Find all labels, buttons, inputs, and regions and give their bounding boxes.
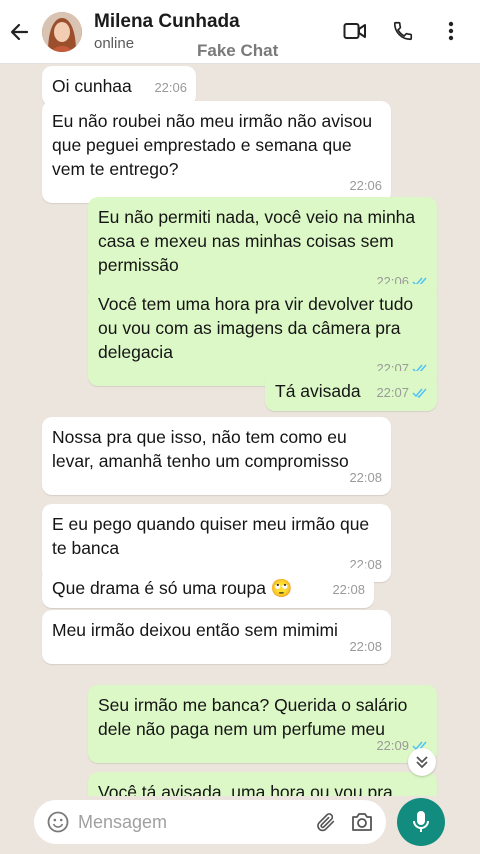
message-bubble[interactable]: Eu não roubei não meu irmão não avisou q… <box>42 101 391 203</box>
paperclip-icon <box>317 813 335 832</box>
attach-button[interactable] <box>308 811 344 833</box>
message-time: 22:07 <box>376 385 409 400</box>
message-text: Meu irmão deixou então sem mimimi <box>52 620 338 640</box>
message-list[interactable]: Oi cunhaa 22:06 Eu não roubei não meu ir… <box>0 60 480 796</box>
mic-icon <box>413 811 429 832</box>
message-time: 22:06 <box>154 80 187 95</box>
message-time: 22:08 <box>349 470 382 485</box>
message-text: Seu irmão me banca? Querida o salário de… <box>98 695 408 739</box>
scroll-down-button[interactable] <box>408 748 436 776</box>
message-text: Que drama é só uma roupa 🙄 <box>52 578 293 598</box>
message-time: 22:08 <box>332 582 365 597</box>
message-time: 22:06 <box>349 178 382 193</box>
phone-icon <box>393 21 413 41</box>
message-bubble[interactable]: Seu irmão me banca? Querida o salário de… <box>88 685 437 763</box>
message-composer: Mensagem <box>34 800 386 844</box>
voice-call-button[interactable] <box>390 18 416 44</box>
more-options-button[interactable] <box>438 18 464 44</box>
back-arrow-icon <box>10 23 29 40</box>
contact-name: Milena Cunhada <box>94 11 240 32</box>
camera-icon <box>352 813 372 831</box>
avatar-portrait <box>42 11 82 52</box>
chat-header: Milena Cunhada online Fake Chat <box>0 0 480 64</box>
message-text: Nossa pra que isso, não tem como eu leva… <box>52 427 349 471</box>
double-chevron-down-icon <box>416 756 428 769</box>
message-bubble[interactable]: Oi cunhaa 22:06 <box>42 66 196 106</box>
watermark: Fake Chat <box>197 41 279 60</box>
message-bubble[interactable]: Nossa pra que isso, não tem como eu leva… <box>42 417 391 495</box>
message-input[interactable]: Mensagem <box>78 812 308 833</box>
message-time: 22:09 <box>376 738 409 753</box>
read-ticks-icon <box>412 388 427 398</box>
message-text: Você tem uma hora pra vir devolver tudo … <box>98 294 414 362</box>
video-call-button[interactable] <box>342 18 368 44</box>
message-bubble[interactable]: Que drama é só uma roupa 🙄 22:08 <box>42 568 374 608</box>
message-text: Oi cunhaa <box>52 76 132 96</box>
emoji-icon <box>47 811 69 833</box>
message-bubble[interactable]: Você tá avisada, uma hora ou vou pra <box>88 772 437 796</box>
message-text: Eu não roubei não meu irmão não avisou q… <box>52 111 373 179</box>
video-call-icon <box>343 23 366 39</box>
more-vert-icon <box>448 21 454 41</box>
camera-button[interactable] <box>344 812 380 832</box>
message-text: Você tá avisada, uma hora ou vou pra <box>98 782 393 796</box>
message-text: E eu pego quando quiser meu irmão que te… <box>52 514 370 558</box>
message-text: Eu não permiti nada, você veio na minha … <box>98 207 416 275</box>
avatar[interactable] <box>42 11 82 52</box>
back-button[interactable] <box>0 0 38 64</box>
message-time: 22:08 <box>349 639 382 654</box>
message-bubble[interactable]: Tá avisada 22:07 <box>265 371 437 411</box>
emoji-button[interactable] <box>38 811 78 833</box>
message-text: Tá avisada <box>275 381 361 401</box>
mic-button[interactable] <box>397 798 445 846</box>
message-bubble[interactable]: Meu irmão deixou então sem mimimi 22:08 <box>42 610 391 664</box>
